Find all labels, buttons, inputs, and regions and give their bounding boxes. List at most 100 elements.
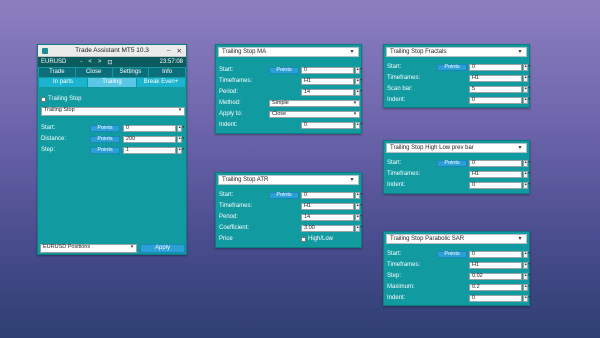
atr-coef-spinner[interactable]: ▲▼ bbox=[355, 224, 363, 232]
highlow-timeframes-spinner[interactable]: ▲▼ bbox=[523, 170, 531, 178]
sar-step-label: Step: bbox=[387, 273, 402, 279]
ma-indent-spinner[interactable]: ▲▼ bbox=[355, 121, 363, 129]
minimize-icon[interactable]: – bbox=[167, 47, 171, 55]
atr-coef-row: Coefficient: 3.00 ▲▼ bbox=[219, 224, 363, 232]
highlow-indent-label: Indent: bbox=[387, 182, 406, 188]
sar-step-spinner[interactable]: ▲▼ bbox=[523, 272, 531, 280]
sar-max-input[interactable]: 0.2 bbox=[469, 283, 522, 291]
tab-info[interactable]: Info bbox=[149, 68, 185, 77]
atr-period-row: Period: 14 ▲▼ bbox=[219, 213, 363, 221]
fractals-timeframes-spinner[interactable]: ▲▼ bbox=[523, 74, 531, 82]
highlow-points-button[interactable]: Points bbox=[437, 159, 467, 167]
positions-select[interactable]: EURUSD Positions ▾ bbox=[40, 244, 137, 253]
highlow-start-input[interactable]: 0 bbox=[469, 159, 522, 167]
ma-start-spinner[interactable]: ▲▼ bbox=[355, 66, 363, 74]
step-points-button[interactable]: Points bbox=[90, 146, 120, 154]
ma-method-label: Method: bbox=[219, 100, 241, 106]
fractals-start-spinner[interactable]: ▲▼ bbox=[523, 63, 531, 71]
close-icon[interactable]: ✕ bbox=[177, 47, 182, 55]
tab-break-even[interactable]: Break Even+ bbox=[137, 78, 185, 87]
fractals-scan-spinner[interactable]: ▲▼ bbox=[523, 85, 531, 93]
highlow-start-spinner[interactable]: ▲▼ bbox=[523, 159, 531, 167]
ma-period-input[interactable]: 14 bbox=[301, 88, 354, 96]
trailing-atr-panel: Trailing Stop ATR ▾ Start: Points 0 ▲▼ T… bbox=[215, 172, 363, 248]
tab-trade[interactable]: Trade bbox=[39, 68, 75, 77]
distance-spinner[interactable]: ▲▼ bbox=[177, 135, 185, 143]
atr-timeframes-label: Timeframes: bbox=[219, 203, 253, 209]
highlow-timeframes-input[interactable]: H1 bbox=[469, 170, 522, 178]
tab-close[interactable]: Close bbox=[75, 68, 112, 77]
ma-points-button[interactable]: Points bbox=[269, 66, 299, 74]
ma-start-input[interactable]: 0 bbox=[301, 66, 354, 74]
layout-icon[interactable]: ⊡ bbox=[107, 59, 112, 66]
fractals-indent-input[interactable]: 0 bbox=[469, 96, 522, 104]
trailing-stop-toggle[interactable]: Trailing Stop bbox=[41, 96, 81, 102]
fractals-timeframes-input[interactable]: H1 bbox=[469, 74, 522, 82]
fractals-scan-row: Scan bar: 5 ▲▼ bbox=[387, 85, 531, 93]
sar-indent-input[interactable]: 0 bbox=[469, 294, 522, 302]
highlow-title: Trailing Stop High Low prev bar bbox=[390, 145, 474, 151]
atr-period-input[interactable]: 14 bbox=[301, 213, 354, 221]
sar-points-button[interactable]: Points bbox=[437, 250, 467, 258]
start-input[interactable]: 0 bbox=[123, 124, 176, 132]
highlow-indent-input[interactable]: 0 bbox=[469, 181, 522, 189]
start-spinner[interactable]: ▲▼ bbox=[177, 124, 185, 132]
fractals-scan-input[interactable]: 5 bbox=[469, 85, 522, 93]
highlow-indent-spinner[interactable]: ▲▼ bbox=[523, 181, 531, 189]
ma-method-select[interactable]: Simple ▾ bbox=[269, 99, 360, 107]
atr-highlow-toggle[interactable]: High/Low bbox=[301, 236, 333, 242]
tab-trailing[interactable]: Trailing bbox=[88, 78, 136, 87]
atr-highlow-checkbox[interactable] bbox=[301, 236, 306, 242]
trailing-highlow-panel: Trailing Stop High Low prev bar ▾ Start:… bbox=[383, 140, 531, 194]
sar-header[interactable]: Trailing Stop Parabolic SAR ▾ bbox=[386, 234, 527, 244]
ma-indent-input[interactable]: 0 bbox=[301, 121, 354, 129]
fractals-header[interactable]: Trailing Stop Fractals ▾ bbox=[386, 47, 527, 57]
fractals-start-input[interactable]: 0 bbox=[469, 63, 522, 71]
sar-step-input[interactable]: 0.02 bbox=[469, 272, 522, 280]
distance-points-button[interactable]: Points bbox=[90, 135, 120, 143]
prev-icon[interactable]: < bbox=[88, 59, 92, 66]
sar-start-spinner[interactable]: ▲▼ bbox=[523, 250, 531, 258]
ma-apply-select[interactable]: Close ▾ bbox=[269, 110, 360, 118]
step-spinner[interactable]: ▲▼ bbox=[177, 146, 185, 154]
atr-start-spinner[interactable]: ▲▼ bbox=[355, 191, 363, 199]
atr-header[interactable]: Trailing Stop ATR ▾ bbox=[218, 175, 359, 185]
fractals-timeframes-row: Timeframes: H1 ▲▼ bbox=[387, 74, 531, 82]
start-points-button[interactable]: Points bbox=[90, 124, 120, 132]
sar-timeframes-spinner[interactable]: ▲▼ bbox=[523, 261, 531, 269]
atr-points-button[interactable]: Points bbox=[269, 191, 299, 199]
trailing-mode-select[interactable]: Trailing Stop ▾ bbox=[41, 107, 185, 116]
sar-max-spinner[interactable]: ▲▼ bbox=[523, 283, 531, 291]
sar-timeframes-input[interactable]: H1 bbox=[469, 261, 522, 269]
fractals-title: Trailing Stop Fractals bbox=[390, 49, 447, 55]
sar-indent-spinner[interactable]: ▲▼ bbox=[523, 294, 531, 302]
sar-start-input[interactable]: 0 bbox=[469, 250, 522, 258]
atr-coef-input[interactable]: 3.00 bbox=[301, 224, 354, 232]
step-input[interactable]: 1 bbox=[123, 146, 176, 154]
ma-header[interactable]: Trailing Stop MA ▾ bbox=[218, 47, 359, 57]
window-titlebar[interactable]: Trade Assistant MT5 10.3 – ✕ bbox=[38, 45, 186, 57]
ma-period-spinner[interactable]: ▲▼ bbox=[355, 88, 363, 96]
next-icon[interactable]: > bbox=[98, 59, 102, 66]
highlow-header[interactable]: Trailing Stop High Low prev bar ▾ bbox=[386, 143, 527, 153]
atr-timeframes-input[interactable]: H1 bbox=[301, 202, 354, 210]
apply-button[interactable]: Apply bbox=[140, 244, 185, 253]
fractals-start-row: Start: Points 0 ▲▼ bbox=[387, 63, 531, 71]
fractals-points-button[interactable]: Points bbox=[437, 63, 467, 71]
ma-timeframes-input[interactable]: H1 bbox=[301, 77, 354, 85]
distance-label: Distance: bbox=[41, 136, 67, 142]
fractals-indent-spinner[interactable]: ▲▼ bbox=[523, 96, 531, 104]
atr-start-row: Start: Points 0 ▲▼ bbox=[219, 191, 363, 199]
atr-start-label: Start: bbox=[219, 192, 234, 198]
atr-price-row: Price High/Low bbox=[219, 235, 358, 243]
ma-indent-label: Indent: bbox=[219, 122, 238, 128]
trailing-checkbox[interactable] bbox=[41, 96, 46, 102]
atr-start-input[interactable]: 0 bbox=[301, 191, 354, 199]
collapse-icon[interactable]: - bbox=[80, 59, 82, 66]
atr-timeframes-spinner[interactable]: ▲▼ bbox=[355, 202, 363, 210]
tab-settings[interactable]: Settings bbox=[112, 68, 149, 77]
atr-period-spinner[interactable]: ▲▼ bbox=[355, 213, 363, 221]
distance-input[interactable]: 200 bbox=[123, 135, 176, 143]
tab-in-parts[interactable]: In parts bbox=[39, 78, 87, 87]
ma-timeframes-spinner[interactable]: ▲▼ bbox=[355, 77, 363, 85]
